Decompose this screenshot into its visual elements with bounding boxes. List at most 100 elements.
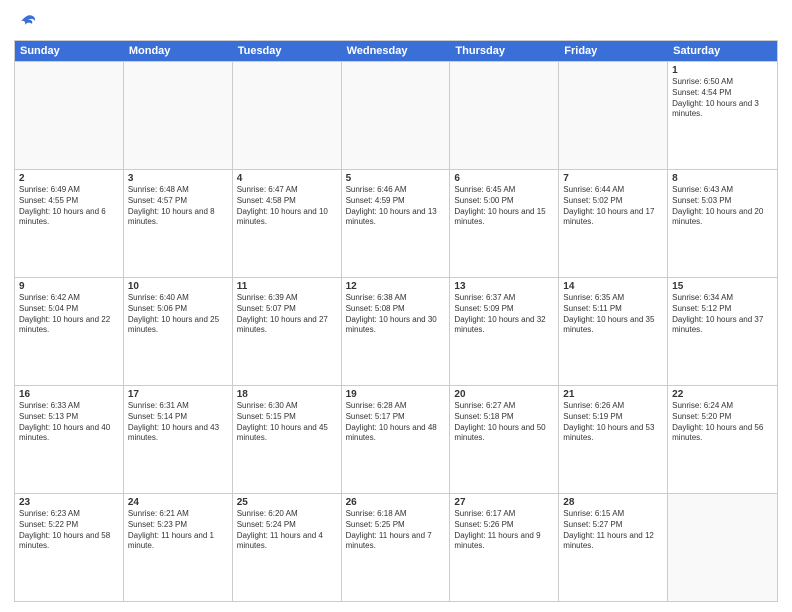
day-number: 24 [128, 497, 228, 508]
calendar-row-2: 9Sunrise: 6:42 AM Sunset: 5:04 PM Daylig… [15, 277, 777, 385]
calendar-cell: 7Sunrise: 6:44 AM Sunset: 5:02 PM Daylig… [559, 170, 668, 277]
day-number: 25 [237, 497, 337, 508]
header-day-tuesday: Tuesday [233, 41, 342, 61]
day-info: Sunrise: 6:44 AM Sunset: 5:02 PM Dayligh… [563, 185, 663, 228]
header-day-saturday: Saturday [668, 41, 777, 61]
day-info: Sunrise: 6:21 AM Sunset: 5:23 PM Dayligh… [128, 509, 228, 552]
calendar-cell: 2Sunrise: 6:49 AM Sunset: 4:55 PM Daylig… [15, 170, 124, 277]
page: SundayMondayTuesdayWednesdayThursdayFrid… [0, 0, 792, 612]
day-number: 19 [346, 389, 446, 400]
day-info: Sunrise: 6:17 AM Sunset: 5:26 PM Dayligh… [454, 509, 554, 552]
calendar-cell: 1Sunrise: 6:50 AM Sunset: 4:54 PM Daylig… [668, 62, 777, 169]
day-info: Sunrise: 6:31 AM Sunset: 5:14 PM Dayligh… [128, 401, 228, 444]
calendar-cell: 21Sunrise: 6:26 AM Sunset: 5:19 PM Dayli… [559, 386, 668, 493]
header [14, 10, 778, 34]
day-info: Sunrise: 6:38 AM Sunset: 5:08 PM Dayligh… [346, 293, 446, 336]
calendar-cell: 14Sunrise: 6:35 AM Sunset: 5:11 PM Dayli… [559, 278, 668, 385]
day-number: 20 [454, 389, 554, 400]
day-number: 15 [672, 281, 773, 292]
header-day-sunday: Sunday [15, 41, 124, 61]
calendar-cell [668, 494, 777, 601]
day-info: Sunrise: 6:15 AM Sunset: 5:27 PM Dayligh… [563, 509, 663, 552]
day-number: 28 [563, 497, 663, 508]
day-number: 6 [454, 173, 554, 184]
calendar-cell [233, 62, 342, 169]
day-number: 3 [128, 173, 228, 184]
calendar-cell: 5Sunrise: 6:46 AM Sunset: 4:59 PM Daylig… [342, 170, 451, 277]
calendar-cell: 3Sunrise: 6:48 AM Sunset: 4:57 PM Daylig… [124, 170, 233, 277]
calendar-cell: 28Sunrise: 6:15 AM Sunset: 5:27 PM Dayli… [559, 494, 668, 601]
logo [14, 14, 38, 34]
calendar-cell: 9Sunrise: 6:42 AM Sunset: 5:04 PM Daylig… [15, 278, 124, 385]
day-info: Sunrise: 6:27 AM Sunset: 5:18 PM Dayligh… [454, 401, 554, 444]
calendar-cell: 19Sunrise: 6:28 AM Sunset: 5:17 PM Dayli… [342, 386, 451, 493]
day-number: 7 [563, 173, 663, 184]
calendar-row-4: 23Sunrise: 6:23 AM Sunset: 5:22 PM Dayli… [15, 493, 777, 601]
day-number: 18 [237, 389, 337, 400]
day-number: 1 [672, 65, 773, 76]
day-info: Sunrise: 6:49 AM Sunset: 4:55 PM Dayligh… [19, 185, 119, 228]
day-info: Sunrise: 6:33 AM Sunset: 5:13 PM Dayligh… [19, 401, 119, 444]
calendar-cell: 17Sunrise: 6:31 AM Sunset: 5:14 PM Dayli… [124, 386, 233, 493]
day-number: 16 [19, 389, 119, 400]
calendar-cell: 24Sunrise: 6:21 AM Sunset: 5:23 PM Dayli… [124, 494, 233, 601]
day-number: 11 [237, 281, 337, 292]
header-day-wednesday: Wednesday [342, 41, 451, 61]
calendar-cell: 25Sunrise: 6:20 AM Sunset: 5:24 PM Dayli… [233, 494, 342, 601]
calendar-cell [450, 62, 559, 169]
calendar-cell: 10Sunrise: 6:40 AM Sunset: 5:06 PM Dayli… [124, 278, 233, 385]
calendar-cell [559, 62, 668, 169]
calendar-cell: 4Sunrise: 6:47 AM Sunset: 4:58 PM Daylig… [233, 170, 342, 277]
calendar-body: 1Sunrise: 6:50 AM Sunset: 4:54 PM Daylig… [15, 61, 777, 601]
day-info: Sunrise: 6:28 AM Sunset: 5:17 PM Dayligh… [346, 401, 446, 444]
day-number: 17 [128, 389, 228, 400]
calendar-cell: 23Sunrise: 6:23 AM Sunset: 5:22 PM Dayli… [15, 494, 124, 601]
day-info: Sunrise: 6:45 AM Sunset: 5:00 PM Dayligh… [454, 185, 554, 228]
calendar-cell: 20Sunrise: 6:27 AM Sunset: 5:18 PM Dayli… [450, 386, 559, 493]
calendar-cell: 11Sunrise: 6:39 AM Sunset: 5:07 PM Dayli… [233, 278, 342, 385]
day-info: Sunrise: 6:42 AM Sunset: 5:04 PM Dayligh… [19, 293, 119, 336]
day-info: Sunrise: 6:48 AM Sunset: 4:57 PM Dayligh… [128, 185, 228, 228]
logo-bird-icon [16, 12, 38, 34]
day-info: Sunrise: 6:37 AM Sunset: 5:09 PM Dayligh… [454, 293, 554, 336]
day-number: 21 [563, 389, 663, 400]
calendar-row-0: 1Sunrise: 6:50 AM Sunset: 4:54 PM Daylig… [15, 61, 777, 169]
day-number: 22 [672, 389, 773, 400]
day-number: 14 [563, 281, 663, 292]
day-number: 26 [346, 497, 446, 508]
day-info: Sunrise: 6:34 AM Sunset: 5:12 PM Dayligh… [672, 293, 773, 336]
day-info: Sunrise: 6:40 AM Sunset: 5:06 PM Dayligh… [128, 293, 228, 336]
day-info: Sunrise: 6:35 AM Sunset: 5:11 PM Dayligh… [563, 293, 663, 336]
day-number: 27 [454, 497, 554, 508]
calendar-cell: 6Sunrise: 6:45 AM Sunset: 5:00 PM Daylig… [450, 170, 559, 277]
day-info: Sunrise: 6:23 AM Sunset: 5:22 PM Dayligh… [19, 509, 119, 552]
day-number: 12 [346, 281, 446, 292]
calendar-cell: 27Sunrise: 6:17 AM Sunset: 5:26 PM Dayli… [450, 494, 559, 601]
calendar-cell: 13Sunrise: 6:37 AM Sunset: 5:09 PM Dayli… [450, 278, 559, 385]
day-info: Sunrise: 6:26 AM Sunset: 5:19 PM Dayligh… [563, 401, 663, 444]
header-day-friday: Friday [559, 41, 668, 61]
calendar-cell: 16Sunrise: 6:33 AM Sunset: 5:13 PM Dayli… [15, 386, 124, 493]
calendar-cell: 18Sunrise: 6:30 AM Sunset: 5:15 PM Dayli… [233, 386, 342, 493]
day-info: Sunrise: 6:18 AM Sunset: 5:25 PM Dayligh… [346, 509, 446, 552]
day-number: 23 [19, 497, 119, 508]
calendar-cell [342, 62, 451, 169]
day-number: 13 [454, 281, 554, 292]
calendar-cell [124, 62, 233, 169]
day-info: Sunrise: 6:43 AM Sunset: 5:03 PM Dayligh… [672, 185, 773, 228]
day-info: Sunrise: 6:46 AM Sunset: 4:59 PM Dayligh… [346, 185, 446, 228]
day-number: 8 [672, 173, 773, 184]
day-number: 9 [19, 281, 119, 292]
day-info: Sunrise: 6:30 AM Sunset: 5:15 PM Dayligh… [237, 401, 337, 444]
calendar-cell [15, 62, 124, 169]
calendar-row-1: 2Sunrise: 6:49 AM Sunset: 4:55 PM Daylig… [15, 169, 777, 277]
day-number: 5 [346, 173, 446, 184]
calendar-row-3: 16Sunrise: 6:33 AM Sunset: 5:13 PM Dayli… [15, 385, 777, 493]
day-info: Sunrise: 6:50 AM Sunset: 4:54 PM Dayligh… [672, 77, 773, 120]
day-number: 10 [128, 281, 228, 292]
day-number: 2 [19, 173, 119, 184]
calendar-cell: 12Sunrise: 6:38 AM Sunset: 5:08 PM Dayli… [342, 278, 451, 385]
calendar-cell: 26Sunrise: 6:18 AM Sunset: 5:25 PM Dayli… [342, 494, 451, 601]
header-day-monday: Monday [124, 41, 233, 61]
day-info: Sunrise: 6:39 AM Sunset: 5:07 PM Dayligh… [237, 293, 337, 336]
